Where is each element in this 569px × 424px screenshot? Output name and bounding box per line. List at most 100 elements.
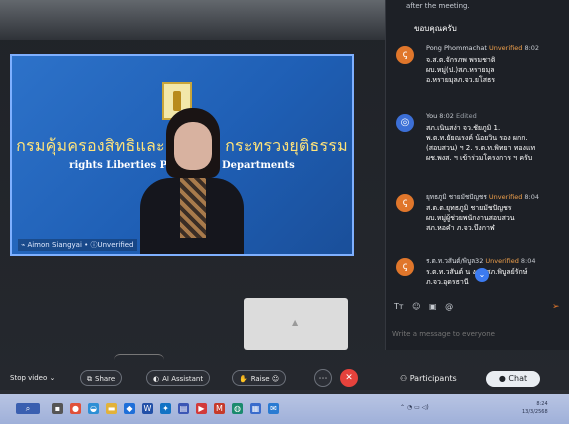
share-icon: ⧉ (87, 375, 92, 383)
chrome-icon[interactable]: ● (70, 403, 81, 414)
message-line: ส.ต.ต.ยุทธภูมิ ชายมัชปัญชร (426, 204, 512, 212)
message-author: ยุทธภูมิ ชายมัชปัญชร (426, 193, 487, 201)
chat-label: Chat (508, 374, 528, 383)
share-label: Share (95, 375, 116, 383)
message-line: พ.ต.ท.ยัยณรงค์ น้อยวิน รอง ผกก. (426, 134, 528, 142)
message-line: ภ.จว.อุดรธานี (426, 278, 469, 286)
participant-video-tile[interactable]: กรมคุ้มครองสิทธิและเสรีภาพ กระทรวงยุติธร… (10, 54, 354, 256)
photos-icon[interactable]: ▦ (250, 403, 261, 414)
self-view-tile[interactable]: ▲ (244, 298, 348, 350)
zoom-icon[interactable]: ✦ (160, 403, 171, 414)
chat-thanks-text: ขอบคุณครับ (414, 24, 457, 33)
separator: • (84, 241, 89, 249)
person-face (174, 122, 212, 170)
person-scarf (180, 178, 206, 238)
task-view-icon[interactable]: ▪ (52, 403, 63, 414)
ai-assistant-icon: ◐ (153, 375, 160, 383)
message-line: สภ.เนินสง่า จว.ชัยภูมิ 1. (426, 124, 501, 132)
os-taskbar: ⌕ ▪ ● ◒ ▬ ◆ W ✦ ▤ ▶ M ◍ ▦ ✉ ⌃ ◔ ▭ ◁) 8:2… (0, 394, 569, 424)
unverified-badge: Unverified (485, 257, 519, 265)
edited-label: Edited (455, 112, 477, 120)
avatar-icon: ꞔ (396, 258, 414, 276)
send-icon[interactable]: ➢ (552, 302, 560, 312)
webex-icon[interactable]: ◍ (232, 403, 243, 414)
system-tray[interactable]: ⌃ ◔ ▭ ◁) (400, 404, 429, 411)
participants-label: Participants (409, 374, 457, 383)
gmail-icon[interactable]: M (214, 403, 225, 414)
clock-date: 13/3/2568 (522, 409, 548, 415)
meeting-window: กรมคุ้มครองสิทธิและเสรีภาพ กระทรวงยุติธร… (0, 0, 569, 390)
mic-icon: ⌁ (21, 241, 26, 249)
taskbar-clock[interactable]: 8:24 13/3/2568 (522, 400, 548, 416)
youtube-icon[interactable]: ▶ (196, 403, 207, 414)
clock-time: 8:24 (536, 401, 548, 407)
file-explorer-icon[interactable]: ▬ (106, 403, 117, 414)
scroll-to-latest-icon[interactable]: ⌄ (475, 268, 489, 282)
message-time: 8:02 (439, 112, 454, 120)
reactions-icon[interactable]: ☺ (272, 375, 279, 383)
mail-icon[interactable]: ✉ (268, 403, 279, 414)
avatar-icon: ꞔ (396, 46, 414, 64)
chat-message-input[interactable] (390, 325, 569, 343)
message-line: อ.หรายมุลภ.จว.ยโสธร (426, 76, 496, 84)
raise-label: Raise (250, 375, 270, 383)
attach-icon[interactable]: ▣ (429, 302, 437, 311)
stop-video-button[interactable]: Stop video ⌄ (4, 370, 61, 386)
message-line: ผบ.หมู่ผู้ช่วยพนักงานสอบสวน (426, 214, 515, 222)
volume-icon[interactable]: ◁) (422, 404, 429, 411)
message-line: จ.ส.ต.จักรภพ พรมชาติ (426, 56, 496, 64)
chat-button[interactable]: ● Chat (486, 371, 540, 387)
avatar-icon: ꞔ (396, 194, 414, 212)
participant-person (136, 108, 246, 254)
camera-off-icon: ▲ (292, 318, 299, 327)
message-header: ยุทธภูมิ ชายมัชปัญชร Unverified 8:04 (426, 192, 539, 202)
message-author: Pong Phommachat (426, 44, 487, 52)
chevron-down-icon[interactable]: ⌄ (50, 374, 56, 382)
unverified-badge: Unverified (488, 44, 523, 52)
message-line: สภ.หอคำ ภ.จว.บึงกาฬ (426, 224, 495, 232)
composer-toolbar: Tт ☺ ▣ @ (394, 302, 459, 311)
chat-previous-text: after the meeting. (406, 2, 470, 10)
participants-icon: ⚇ (400, 374, 410, 383)
battery-icon[interactable]: ▭ (414, 404, 420, 411)
hand-icon: ✋ (239, 375, 248, 383)
message-line: ร.ต.ท.วสันต์ น งศรี สภ.พิบูลย์รักษ์ (426, 268, 528, 276)
ai-assistant-label: AI Assistant (162, 375, 204, 383)
self-avatar-icon: ◎ (396, 114, 414, 132)
ai-assistant-button[interactable]: ◐ AI Assistant (146, 370, 211, 386)
message-line: ผช.พงส. ฯ เข้าร่วมโครงการ ฯ ครับ (426, 154, 533, 162)
message-body: สภ.เนินสง่า จว.ชัยภูมิ 1. พ.ต.ท.ยัยณรงค์… (426, 123, 569, 163)
chevron-up-icon[interactable]: ⌃ (400, 404, 405, 411)
message-header: Pong Phommachat Unverified 8:02 (426, 44, 539, 52)
participant-name-tag: ⌁ Aimon Siangyai • ⓘUnverified (18, 239, 137, 251)
share-button[interactable]: ⧉ Share (80, 370, 123, 386)
search-icon[interactable]: ⌕ (16, 403, 40, 414)
message-author: You (426, 112, 438, 120)
raise-hand-button[interactable]: ✋ Raise ☺ (232, 370, 287, 386)
message-body: ร.ต.ท.วสันต์ น งศรี สภ.พิบูลย์รักษ์ ภ.จว… (426, 267, 569, 287)
message-body: ส.ต.ต.ยุทธภูมิ ชายมัชปัญชร ผบ.หมู่ผู้ช่ว… (426, 203, 569, 233)
message-time: 8:04 (524, 193, 540, 201)
message-line: ผบ.หมู่(ป.)สภ.หรายมุล (426, 66, 495, 74)
text-format-icon[interactable]: Tт (394, 302, 404, 311)
message-header: You 8:02 Edited (426, 112, 477, 120)
mention-icon[interactable]: @ (445, 302, 453, 311)
wifi-icon[interactable]: ◔ (407, 404, 412, 411)
more-options-button[interactable]: ⋯ (314, 369, 332, 387)
teams-icon[interactable]: ▤ (178, 403, 189, 414)
store-icon[interactable]: ◆ (124, 403, 135, 414)
collapse-toolbar-handle[interactable] (114, 354, 164, 363)
message-time: 8:04 (520, 257, 536, 265)
verify-icon: ⓘ (90, 241, 98, 249)
unverified-badge: Unverified (488, 193, 523, 201)
word-icon[interactable]: W (142, 403, 153, 414)
participants-button[interactable]: ⚇ Participants (400, 374, 457, 383)
meeting-toolbar: Stop video ⌄ ⧉ Share ◐ AI Assistant ✋ Raise… (0, 366, 569, 392)
participant-status: Unverified (97, 241, 134, 249)
message-time: 8:02 (524, 44, 540, 52)
message-author: ร.ต.ท.วสันต์/พิบูล32 (426, 257, 484, 265)
stop-video-label: Stop video (10, 374, 48, 382)
leave-meeting-button[interactable]: ✕ (340, 369, 358, 387)
emoji-icon[interactable]: ☺ (412, 302, 420, 311)
edge-icon[interactable]: ◒ (88, 403, 99, 414)
